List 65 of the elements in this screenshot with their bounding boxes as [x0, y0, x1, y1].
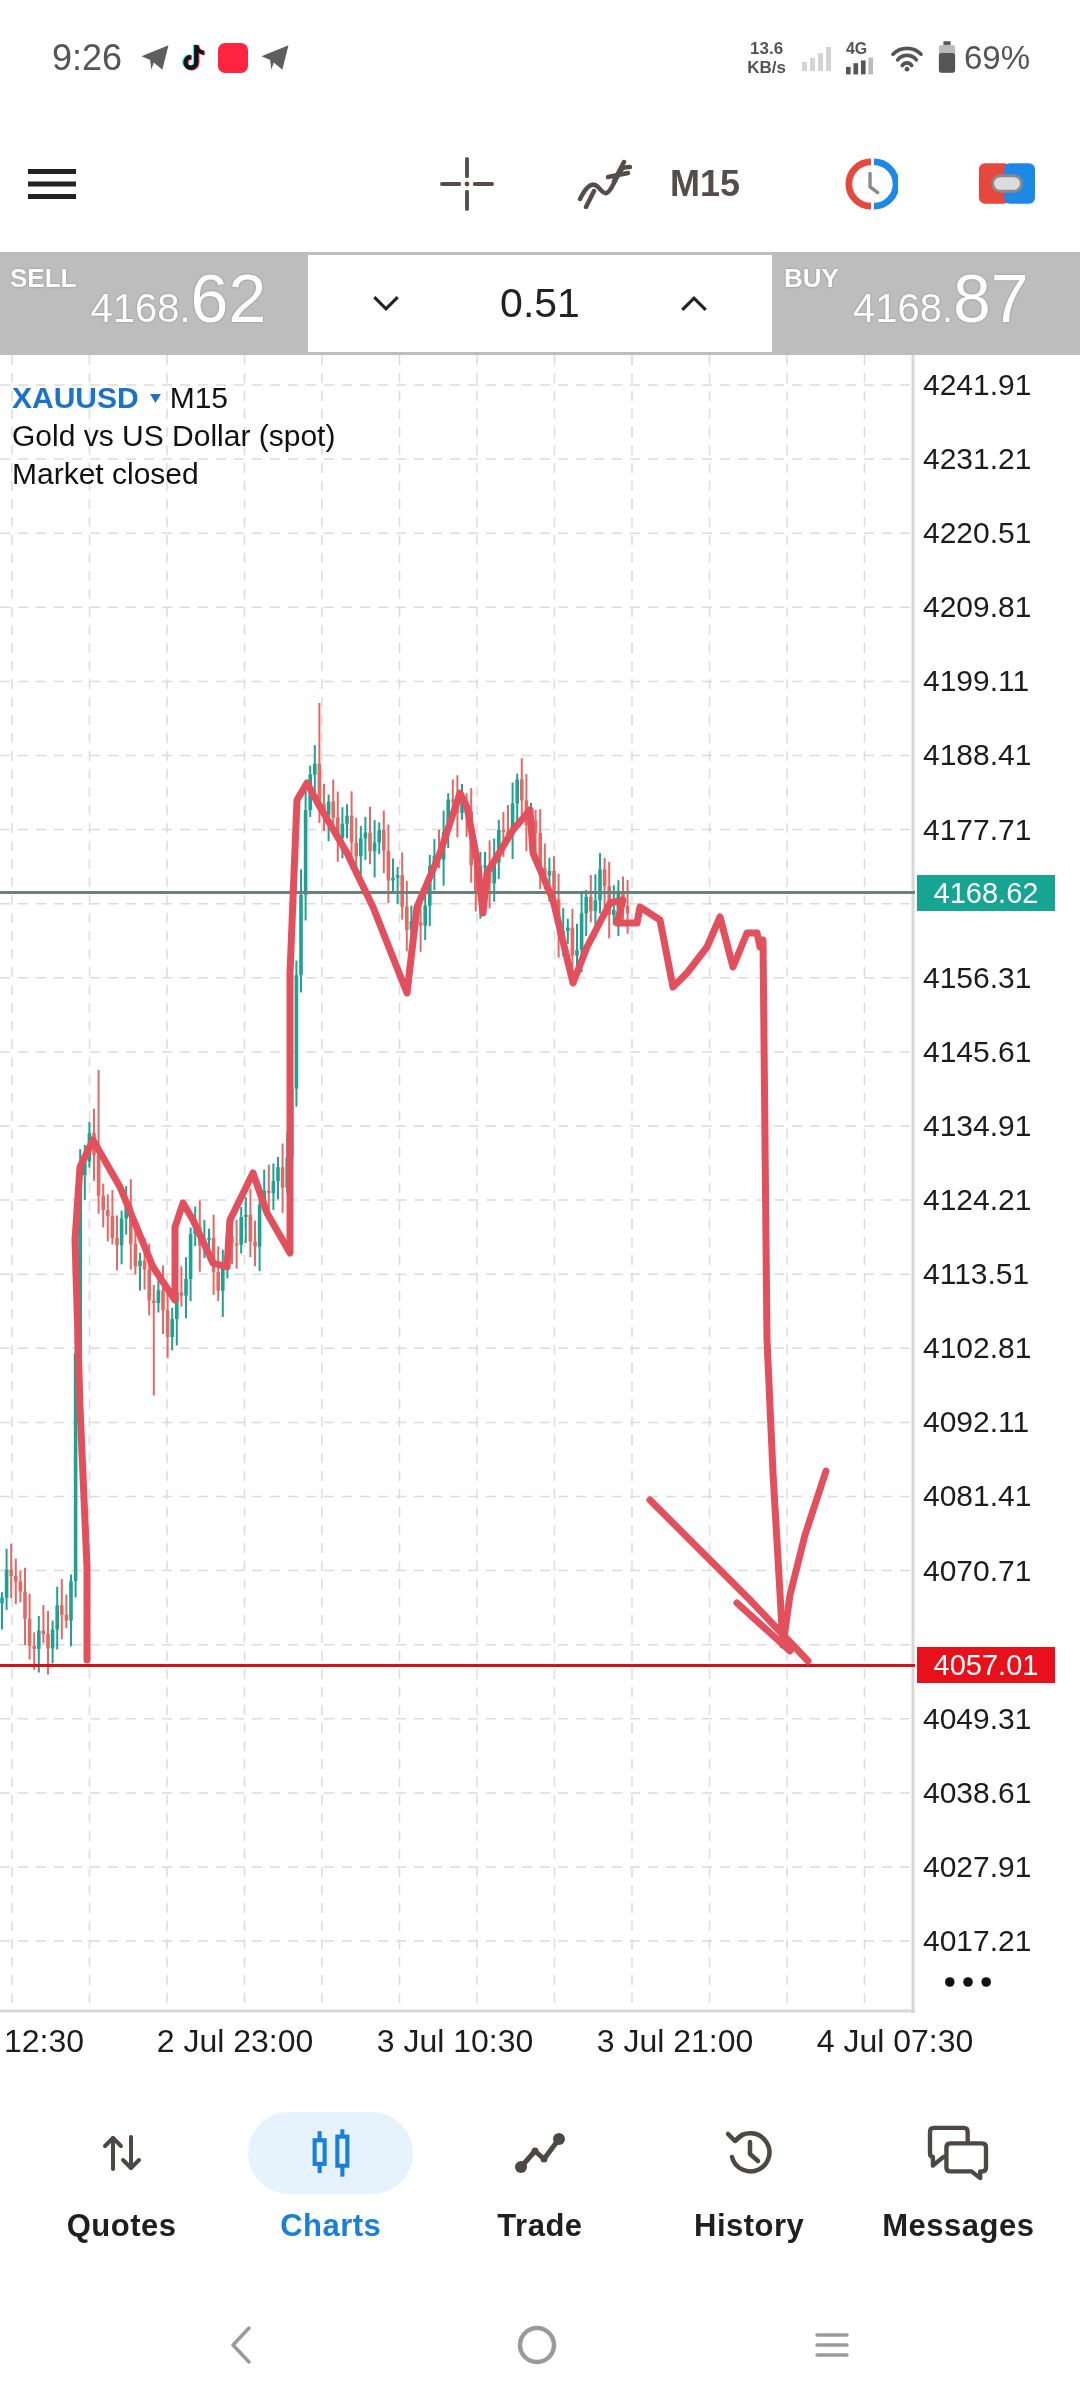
music-note-icon — [180, 42, 207, 73]
volume-value: 0.51 — [500, 280, 580, 327]
nav-tab[interactable]: Trade — [435, 2070, 645, 2290]
price-axis-label: 4188.41 — [922, 737, 1033, 774]
symbol-description: Gold vs US Dollar (spot) — [12, 418, 336, 454]
price-axis-label: 4049.31 — [922, 1700, 1033, 1737]
line-chart-icon — [513, 2131, 566, 2175]
curve-icon[interactable] — [576, 158, 634, 209]
chart-timeframe: M15 — [169, 381, 229, 415]
price-axis-label: 4134.91 — [922, 1107, 1033, 1144]
price-axis-label: 4209.81 — [922, 589, 1033, 626]
home-icon[interactable] — [517, 2325, 557, 2365]
timeframe-button[interactable]: M15 — [670, 162, 741, 205]
price-axis-label: 4145.61 — [922, 1033, 1033, 1070]
nav-tab[interactable]: History — [644, 2070, 854, 2290]
time-axis-label: 2 Jul 23:00 — [156, 2023, 314, 2060]
market-status: Market closed — [12, 456, 200, 492]
chevron-down-icon[interactable] — [372, 295, 400, 312]
price-axis-label: 4177.71 — [922, 811, 1033, 848]
app-icon — [218, 42, 249, 73]
level-price-tag: 4057.01 — [917, 1647, 1055, 1683]
more-icon[interactable] — [945, 1977, 991, 1987]
paper-plane-icon — [260, 44, 291, 71]
network-type: 4G — [845, 40, 868, 57]
price-axis-label: 4124.21 — [922, 1182, 1033, 1219]
price-axis-label: 4017.21 — [922, 1922, 1033, 1959]
chevron-up-icon[interactable] — [680, 295, 708, 312]
price-axis-label: 4092.11 — [922, 1404, 1031, 1441]
back-icon[interactable] — [230, 2325, 252, 2365]
chat-bubbles-icon — [927, 2125, 990, 2181]
price-axis-label: 4070.71 — [922, 1552, 1033, 1589]
price-axis-label: 4113.51 — [922, 1256, 1031, 1293]
price-axis-label: 4156.31 — [922, 959, 1033, 996]
nav-tab[interactable]: Charts — [226, 2070, 436, 2290]
price-axis-label: 4220.51 — [922, 515, 1033, 552]
price-axis-label: 4231.21 — [922, 441, 1033, 478]
price-axis-label: 4027.91 — [922, 1848, 1033, 1885]
battery-percent: 69% — [963, 38, 1030, 77]
speed-unit: KB/s — [747, 57, 786, 77]
price-axis-label: 4102.81 — [922, 1330, 1033, 1367]
time-axis-label: 3 Jul 21:00 — [596, 2023, 754, 2060]
nav-tab[interactable]: Messages — [853, 2070, 1063, 2290]
price-axis-label: 4081.41 — [922, 1478, 1033, 1515]
price-axis-label: 4241.91 — [922, 367, 1033, 403]
clock-icon[interactable] — [844, 156, 899, 211]
signal-bars-icon — [801, 44, 832, 71]
recents-icon[interactable] — [814, 2331, 850, 2359]
paper-plane-icon — [140, 44, 171, 71]
current-price-tag: 4168.62 — [917, 875, 1055, 911]
price-axis-label: 4038.61 — [922, 1774, 1033, 1811]
menu-icon[interactable] — [28, 168, 76, 199]
clock-time: 9:26 — [52, 36, 123, 79]
price-axis-label: 4199.11 — [922, 663, 1031, 700]
dropdown-icon — [149, 393, 161, 403]
symbol-selector[interactable]: XAUUSD — [12, 381, 170, 415]
up-down-arrows-icon — [101, 2133, 142, 2173]
signal-bars-icon — [845, 56, 874, 75]
nav-tab[interactable]: Quotes — [17, 2070, 227, 2290]
time-axis-label: 4 Jul 07:30 — [816, 2023, 974, 2060]
time-axis-label: 3 Jul 10:30 — [376, 2023, 534, 2060]
network-speed: 13.6 — [750, 38, 784, 58]
battery-icon — [937, 41, 956, 74]
split-tile-icon[interactable] — [979, 163, 1036, 204]
time-axis-label: 12:30 — [4, 2023, 85, 2060]
crosshair-icon[interactable] — [440, 156, 494, 211]
